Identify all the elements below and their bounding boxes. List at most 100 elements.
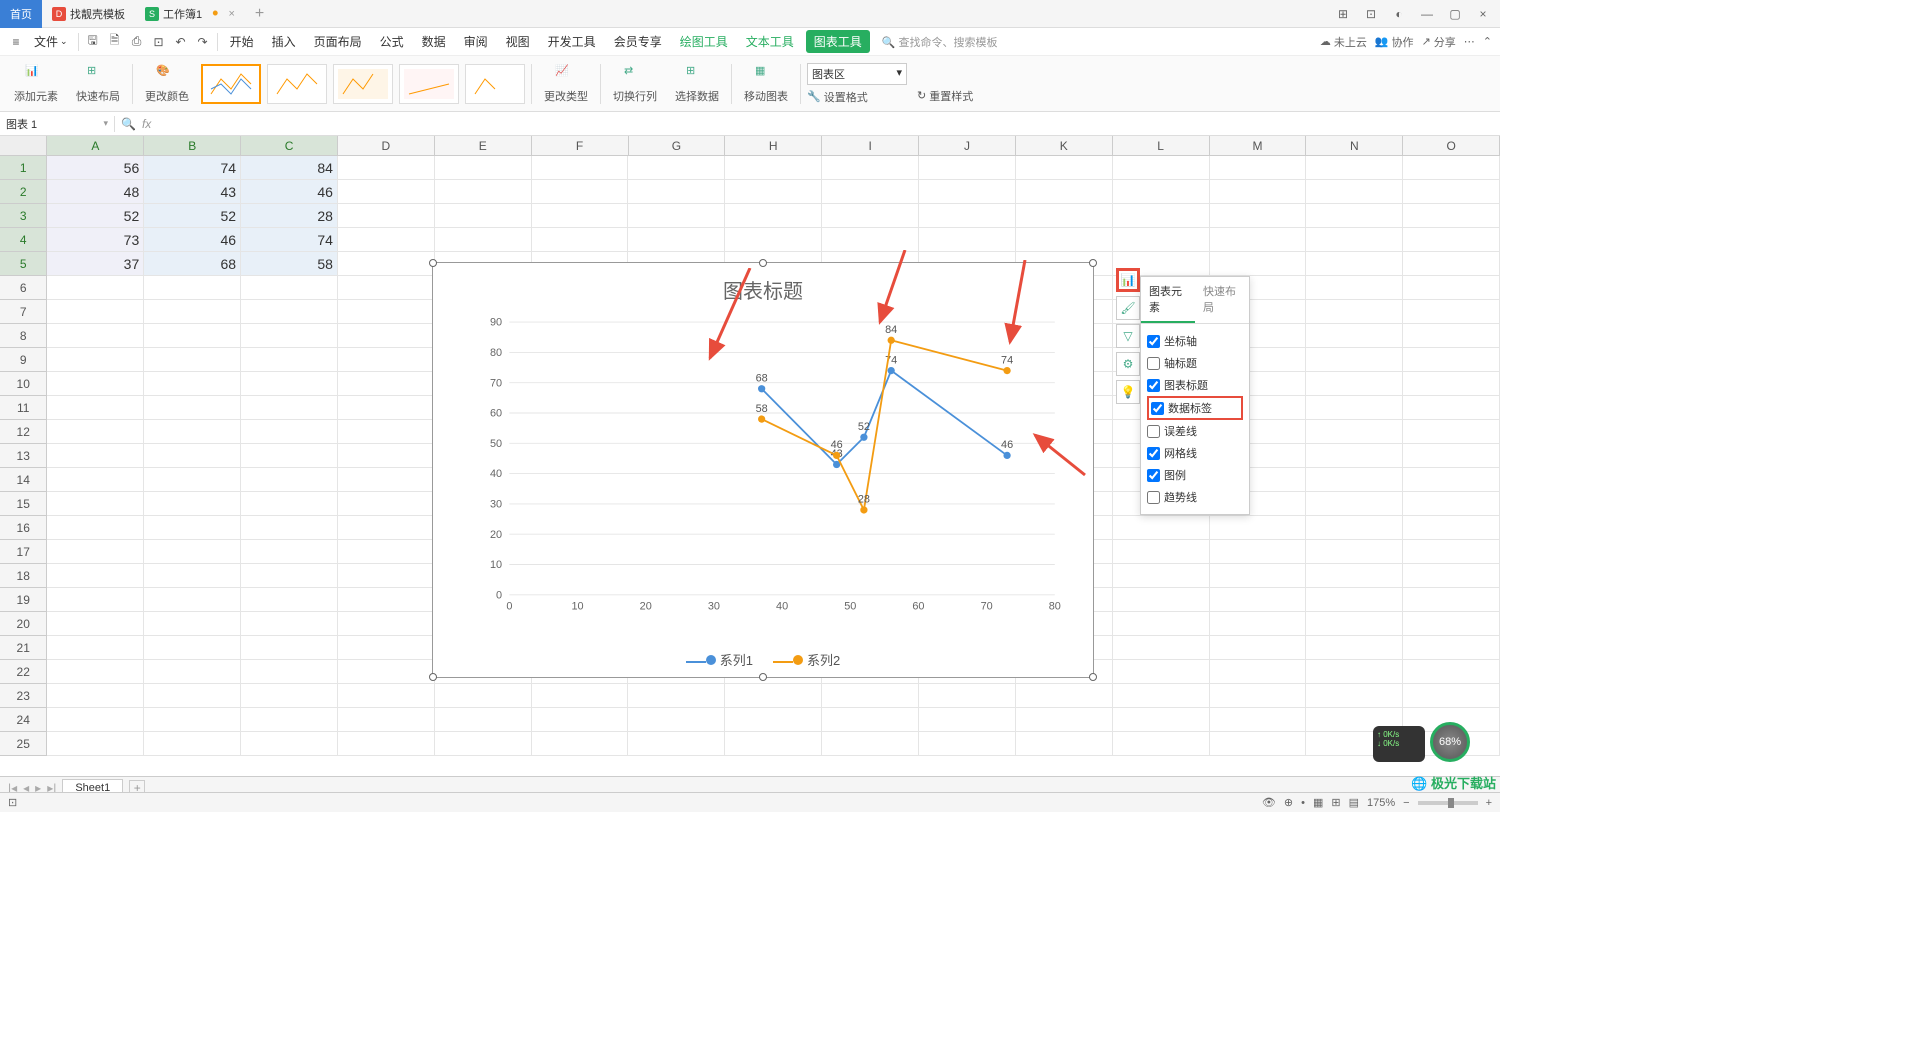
cell[interactable] (1016, 180, 1113, 204)
search-commands[interactable]: 🔍 查找命令、搜索模板 (882, 34, 1022, 50)
cell[interactable] (1210, 708, 1307, 732)
popup-tab-layout[interactable]: 快速布局 (1195, 277, 1249, 323)
cell[interactable] (144, 492, 241, 516)
col-header-E[interactable]: E (435, 136, 532, 155)
zoom-level[interactable]: 175% (1367, 797, 1395, 809)
cell[interactable]: 37 (47, 252, 144, 276)
row-header[interactable]: 9 (0, 348, 47, 372)
cell[interactable]: 46 (241, 180, 338, 204)
cell[interactable] (144, 612, 241, 636)
maximize-icon[interactable]: ▢ (1446, 7, 1464, 21)
resize-handle[interactable] (759, 673, 767, 681)
print-icon[interactable]: ⎙ (129, 34, 145, 50)
cell[interactable] (144, 660, 241, 684)
cell[interactable] (338, 300, 435, 324)
cell[interactable] (1403, 180, 1500, 204)
save-icon[interactable]: 🖫 (85, 34, 101, 50)
cell[interactable] (822, 684, 919, 708)
row-header[interactable]: 1 (0, 156, 47, 180)
row-header[interactable]: 5 (0, 252, 47, 276)
cell[interactable] (1210, 252, 1307, 276)
cell[interactable] (1306, 612, 1403, 636)
popup-opt-网格线[interactable]: 网格线 (1147, 442, 1243, 464)
cell[interactable] (1210, 612, 1307, 636)
move-chart-button[interactable]: ▦移动图表 (738, 62, 794, 106)
cell[interactable] (1403, 396, 1500, 420)
cell[interactable] (1306, 180, 1403, 204)
row-header[interactable]: 20 (0, 612, 47, 636)
user-icon[interactable]: ◐ (1390, 7, 1408, 21)
style-thumb-5[interactable] (465, 64, 525, 104)
cell[interactable] (338, 252, 435, 276)
view-eye-icon[interactable]: 👁 (1262, 796, 1276, 809)
cell[interactable] (338, 228, 435, 252)
menu-data[interactable]: 数据 (416, 29, 452, 54)
popup-tab-elements[interactable]: 图表元素 (1141, 277, 1195, 323)
cell[interactable] (822, 204, 919, 228)
cell[interactable] (1306, 300, 1403, 324)
cell[interactable] (338, 564, 435, 588)
cell[interactable] (338, 516, 435, 540)
cell[interactable] (435, 228, 532, 252)
row-header[interactable]: 16 (0, 516, 47, 540)
swap-button[interactable]: ⇄切换行列 (607, 62, 663, 106)
saveas-icon[interactable]: 🗎 (107, 34, 123, 50)
minimize-icon[interactable]: — (1418, 7, 1436, 21)
col-header-K[interactable]: K (1016, 136, 1113, 155)
col-header-G[interactable]: G (629, 136, 726, 155)
cell[interactable]: 46 (144, 228, 241, 252)
cell[interactable] (338, 396, 435, 420)
cell[interactable] (241, 444, 338, 468)
cell[interactable]: 52 (47, 204, 144, 228)
cell[interactable] (47, 396, 144, 420)
cell[interactable] (1403, 300, 1500, 324)
cell[interactable] (919, 204, 1016, 228)
apps-icon[interactable]: ⊡ (1362, 7, 1380, 21)
cell[interactable]: 68 (144, 252, 241, 276)
cloud-status[interactable]: ☁ 未上云 (1320, 34, 1367, 50)
row-header[interactable]: 15 (0, 492, 47, 516)
cell[interactable] (1016, 204, 1113, 228)
style-thumb-1[interactable] (201, 64, 261, 104)
chart-area-dropdown[interactable]: 图表区▾ (807, 63, 907, 85)
cell[interactable] (241, 396, 338, 420)
cell[interactable] (47, 540, 144, 564)
cell[interactable] (338, 276, 435, 300)
cell[interactable] (1306, 660, 1403, 684)
popup-opt-趋势线[interactable]: 趋势线 (1147, 486, 1243, 508)
zoom-out-icon[interactable]: − (1403, 797, 1409, 809)
cell[interactable] (241, 324, 338, 348)
cell[interactable] (338, 708, 435, 732)
cell[interactable] (241, 348, 338, 372)
cell[interactable] (47, 492, 144, 516)
menu-start[interactable]: 开始 (224, 29, 260, 54)
redo-icon[interactable]: ↷ (195, 34, 211, 50)
cell[interactable]: 48 (47, 180, 144, 204)
chart-elements-icon[interactable]: 📊 (1116, 268, 1140, 292)
cell[interactable] (1403, 564, 1500, 588)
cell[interactable] (532, 732, 629, 756)
row-header[interactable]: 4 (0, 228, 47, 252)
cell[interactable] (47, 276, 144, 300)
cell[interactable] (919, 180, 1016, 204)
resize-handle[interactable] (1089, 673, 1097, 681)
cell[interactable]: 84 (241, 156, 338, 180)
cell[interactable] (628, 684, 725, 708)
cell[interactable] (1403, 540, 1500, 564)
cell[interactable] (144, 684, 241, 708)
cell[interactable] (1210, 732, 1307, 756)
cell[interactable] (628, 180, 725, 204)
chart-legend[interactable]: 系列1 系列2 (433, 650, 1093, 669)
cell[interactable] (1306, 396, 1403, 420)
set-format-button[interactable]: 🔧 设置格式 (807, 89, 907, 105)
close-icon[interactable]: × (228, 8, 234, 20)
menu-draw[interactable]: 绘图工具 (674, 29, 734, 54)
file-menu[interactable]: 文件⌄ (30, 31, 72, 52)
cell[interactable] (1403, 276, 1500, 300)
cell[interactable] (1306, 228, 1403, 252)
cell[interactable] (919, 732, 1016, 756)
cell[interactable] (1113, 204, 1210, 228)
cell[interactable] (144, 420, 241, 444)
cell[interactable] (435, 204, 532, 228)
cell[interactable] (1306, 444, 1403, 468)
